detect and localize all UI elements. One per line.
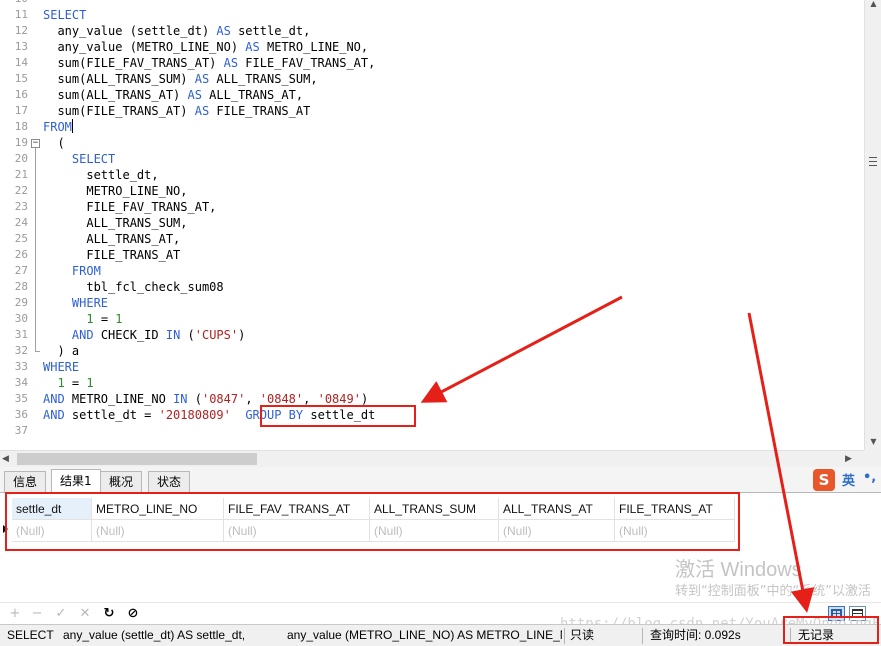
annotation-arrow-to-no-records — [747, 312, 815, 613]
annotation-arrow-to-group-by — [420, 295, 623, 403]
annotation-arrows — [420, 295, 815, 613]
